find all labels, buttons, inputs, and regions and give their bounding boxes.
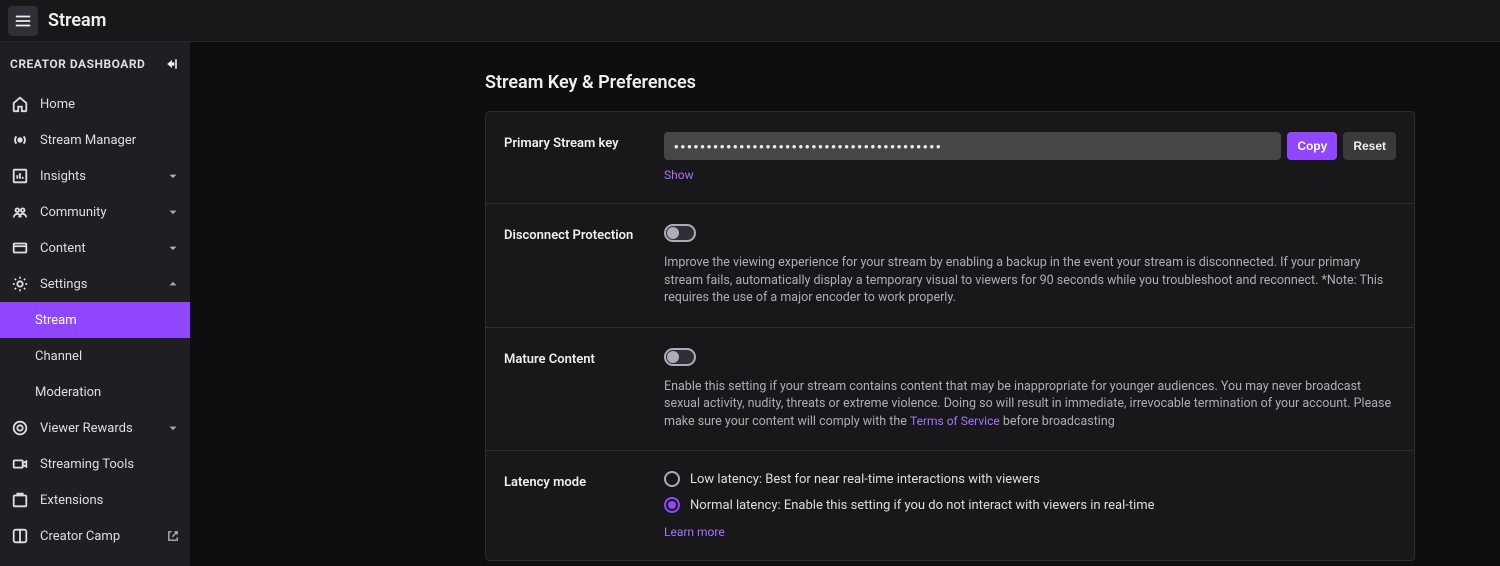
row-primary-stream-key: Primary Stream key Copy Reset Show: [486, 112, 1414, 204]
topbar-title: Stream: [48, 10, 106, 31]
sidebar-item-label: Creator Camp: [40, 529, 166, 544]
extensions-icon: [10, 491, 30, 509]
gear-icon: [10, 275, 30, 293]
sidebar-item-label: Settings: [40, 277, 166, 292]
sidebar-item-home[interactable]: Home: [0, 86, 190, 122]
chevron-down-icon: [166, 169, 180, 183]
sidebar-item-label: Stream Manager: [40, 133, 180, 148]
home-icon: [10, 95, 30, 113]
radio-icon: [664, 497, 680, 513]
show-key-link[interactable]: Show: [664, 168, 694, 182]
sidebar-item-creator-camp[interactable]: Creator Camp: [0, 518, 190, 554]
row-label: Mature Content: [504, 348, 664, 431]
sidebar-subitem-label: Channel: [35, 349, 82, 364]
rewards-icon: [10, 419, 30, 437]
radio-label: Normal latency: Enable this setting if y…: [690, 498, 1155, 513]
row-label: Latency mode: [504, 471, 664, 540]
page-title: Stream Key & Preferences: [485, 72, 1415, 93]
sidebar-subitem-channel[interactable]: Channel: [0, 338, 190, 374]
sidebar-item-label: Streaming Tools: [40, 457, 180, 472]
sidebar-item-label: Content: [40, 241, 166, 256]
sidebar-header: CREATOR DASHBOARD: [0, 56, 190, 86]
settings-card: Primary Stream key Copy Reset Show Disco…: [485, 111, 1415, 561]
sidebar-item-label: Home: [40, 97, 180, 112]
sidebar-item-label: Community: [40, 205, 166, 220]
external-link-icon: [166, 529, 180, 543]
mature-content-desc: Enable this setting if your stream conta…: [664, 378, 1396, 431]
radio-icon: [664, 471, 680, 487]
reset-button[interactable]: Reset: [1343, 132, 1396, 160]
topbar: Stream: [0, 0, 1500, 42]
sidebar-item-label: Insights: [40, 169, 166, 184]
insights-icon: [10, 167, 30, 185]
row-latency-mode: Latency mode Low latency: Best for near …: [486, 451, 1414, 560]
latency-normal-radio[interactable]: Normal latency: Enable this setting if y…: [664, 497, 1396, 513]
sidebar-item-label: Viewer Rewards: [40, 421, 166, 436]
community-icon: [10, 203, 30, 221]
chevron-up-icon: [166, 277, 180, 291]
sidebar-item-extensions[interactable]: Extensions: [0, 482, 190, 518]
learn-more-link[interactable]: Learn more: [664, 525, 725, 539]
row-disconnect-protection: Disconnect Protection Improve the viewin…: [486, 204, 1414, 328]
row-mature-content: Mature Content Enable this setting if yo…: [486, 328, 1414, 452]
content-area: Stream Key & Preferences Primary Stream …: [190, 42, 1500, 566]
sidebar: CREATOR DASHBOARD Home Stream Manager In…: [0, 42, 190, 566]
sidebar-item-content[interactable]: Content: [0, 230, 190, 266]
camera-icon: [10, 455, 30, 473]
sidebar-subitem-label: Stream: [35, 313, 77, 328]
copy-button[interactable]: Copy: [1287, 132, 1337, 160]
collapse-icon: [164, 56, 180, 72]
sidebar-item-label: Extensions: [40, 493, 180, 508]
collapse-sidebar-button[interactable]: [164, 56, 180, 72]
hamburger-icon: [14, 12, 32, 30]
mature-content-toggle[interactable]: [664, 348, 696, 366]
chevron-down-icon: [166, 421, 180, 435]
sidebar-item-community[interactable]: Community: [0, 194, 190, 230]
broadcast-icon: [10, 131, 30, 149]
sidebar-item-stream-manager[interactable]: Stream Manager: [0, 122, 190, 158]
stream-key-input[interactable]: [664, 132, 1281, 160]
latency-low-radio[interactable]: Low latency: Best for near real-time int…: [664, 471, 1396, 487]
radio-label: Low latency: Best for near real-time int…: [690, 472, 1040, 487]
book-icon: [10, 527, 30, 545]
disconnect-protection-toggle[interactable]: [664, 224, 696, 242]
disconnect-protection-desc: Improve the viewing experience for your …: [664, 254, 1396, 307]
sidebar-item-streaming-tools[interactable]: Streaming Tools: [0, 446, 190, 482]
sidebar-subitem-moderation[interactable]: Moderation: [0, 374, 190, 410]
terms-of-service-link[interactable]: Terms of Service: [910, 413, 1000, 430]
row-label: Primary Stream key: [504, 132, 664, 183]
sidebar-item-insights[interactable]: Insights: [0, 158, 190, 194]
row-label: Disconnect Protection: [504, 224, 664, 307]
sidebar-item-viewer-rewards[interactable]: Viewer Rewards: [0, 410, 190, 446]
hamburger-button[interactable]: [8, 6, 38, 36]
chevron-down-icon: [166, 241, 180, 255]
chevron-down-icon: [166, 205, 180, 219]
content-icon: [10, 239, 30, 257]
sidebar-header-title: CREATOR DASHBOARD: [10, 57, 145, 71]
sidebar-subitem-stream[interactable]: Stream: [0, 302, 190, 338]
sidebar-subitem-label: Moderation: [35, 385, 101, 400]
sidebar-item-settings[interactable]: Settings: [0, 266, 190, 302]
